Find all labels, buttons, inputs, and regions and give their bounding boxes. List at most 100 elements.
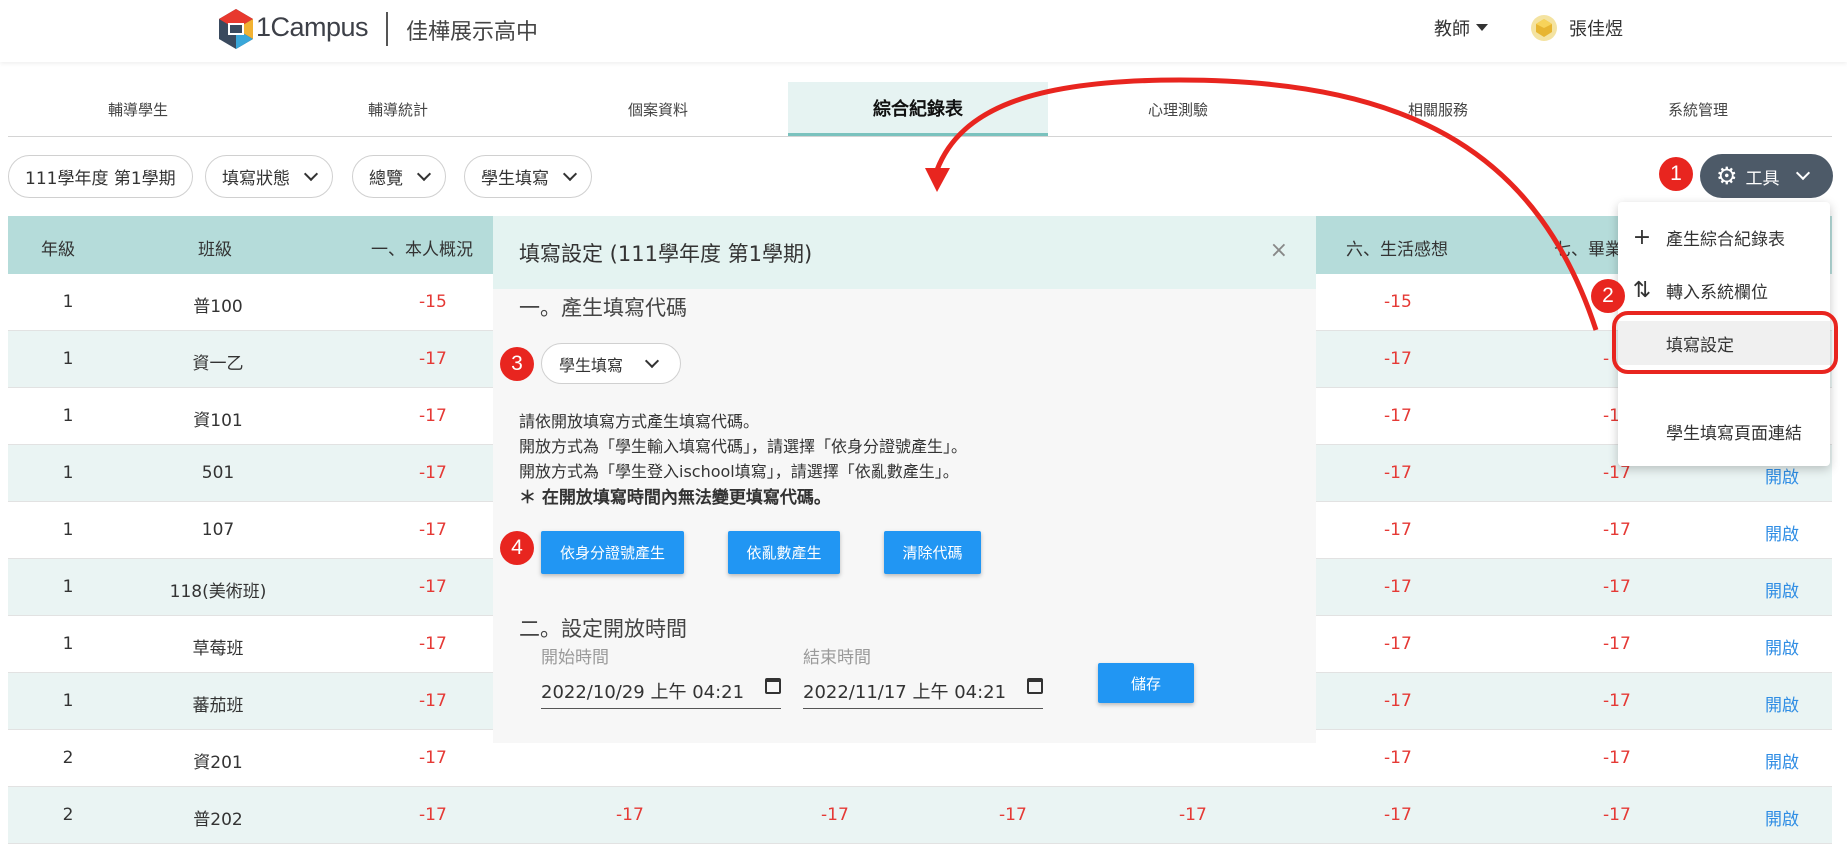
- chevron-down-icon: [644, 353, 660, 368]
- instruction-line-3: 開放方式為「學生登入ischool填寫」，請選擇「依亂數產生」。: [519, 462, 959, 481]
- cell-score: -15: [1384, 292, 1412, 312]
- cell-score: -17: [419, 520, 447, 540]
- clear-code-button[interactable]: 清除代碼: [884, 531, 981, 574]
- close-icon[interactable]: ×: [1270, 238, 1288, 263]
- cell-grade: 1: [62, 463, 74, 483]
- cell-grade: 1: [62, 292, 74, 312]
- user-name[interactable]: 張佳煜: [1569, 15, 1623, 41]
- generate-random-button[interactable]: 依亂數產生: [728, 531, 840, 574]
- header-grade: 年級: [41, 240, 75, 260]
- tools-button[interactable]: ⚙ 工具: [1700, 154, 1833, 198]
- tab-case-data[interactable]: 個案資料: [528, 82, 788, 136]
- open-link[interactable]: 開啟: [1765, 463, 1799, 488]
- menu-item-student-link[interactable]: 學生填寫頁面連結: [1618, 409, 1830, 453]
- menu-item-import-fields[interactable]: ⇅ 轉入系統欄位: [1618, 268, 1830, 312]
- swap-vertical-icon: ⇅: [1632, 277, 1652, 303]
- brand-divider: [386, 12, 388, 46]
- tab-counsel-stats[interactable]: 輔導統計: [268, 82, 528, 136]
- app-root: 1Campus 佳樺展示高中 教師 張佳煜 輔導學生 輔導統計 個案資料 綜合紀…: [0, 0, 1847, 867]
- cell-grade: 1: [62, 406, 74, 426]
- generate-by-id-button[interactable]: 依身分證號產生: [541, 531, 684, 574]
- end-time-value: 2022/11/17 上午 04:21: [803, 682, 1007, 703]
- role-dropdown[interactable]: 教師: [1434, 15, 1470, 41]
- cell-class: 501: [201, 463, 235, 483]
- section-generate-code: 一。產生填寫代碼: [519, 296, 687, 320]
- cell-score: -17: [1384, 463, 1412, 483]
- main-tabs: 輔導學生 輔導統計 個案資料 綜合紀錄表 心理測驗 相關服務 系統管理: [8, 82, 1832, 137]
- cell-class: 資101: [193, 411, 243, 431]
- tab-related-services[interactable]: 相關服務: [1308, 82, 1568, 136]
- cell-class: 草莓班: [192, 639, 244, 659]
- instruction-line-1: 請依開放填寫方式產生填寫代碼。: [519, 412, 760, 431]
- fill-mode-select[interactable]: 學生填寫: [541, 343, 681, 384]
- open-link[interactable]: 開啟: [1765, 520, 1799, 545]
- cell-score: -17: [1384, 805, 1412, 825]
- open-link[interactable]: 開啟: [1765, 577, 1799, 602]
- instruction-warning: ＊ 在開放填寫時間內無法變更填寫代碼。: [519, 488, 831, 508]
- avatar[interactable]: [1530, 14, 1558, 42]
- save-button[interactable]: 儲存: [1098, 663, 1194, 703]
- chevron-down-icon: [416, 166, 432, 181]
- view-filter[interactable]: 總覽: [352, 155, 446, 198]
- cell-class: 107: [201, 520, 235, 540]
- cell-score: -17: [419, 691, 447, 711]
- plus-icon: +: [1632, 224, 1652, 250]
- menu-item-generate-record[interactable]: + 產生綜合紀錄表: [1618, 215, 1830, 259]
- term-select[interactable]: 111學年度 第1學期: [8, 155, 193, 198]
- header-class: 班級: [198, 240, 232, 260]
- cell-score: -17: [1603, 691, 1631, 711]
- cell-class: 資201: [193, 753, 243, 773]
- cell-grade: 1: [62, 634, 74, 654]
- cell-class: 普100: [193, 297, 243, 317]
- cell-score: -17: [1603, 805, 1631, 825]
- top-header: 1Campus 佳樺展示高中 教師 張佳煜: [0, 0, 1847, 62]
- cell-score: -17: [419, 748, 447, 768]
- cell-score: -17: [419, 349, 447, 369]
- calendar-icon[interactable]: [765, 678, 781, 694]
- cell-grade: 1: [62, 691, 74, 711]
- open-link[interactable]: 開啟: [1765, 634, 1799, 659]
- calendar-icon[interactable]: [1027, 678, 1043, 694]
- school-name: 佳樺展示高中: [406, 20, 539, 45]
- cell-score: -17: [1384, 634, 1412, 654]
- filler-filter[interactable]: 學生填寫: [464, 155, 592, 198]
- cell-class: 118(美術班): [169, 582, 267, 602]
- status-filter[interactable]: 填寫狀態: [205, 155, 333, 198]
- open-link[interactable]: 開啟: [1765, 691, 1799, 716]
- chevron-down-icon: [1795, 165, 1810, 181]
- menu-item-label: 產生綜合紀錄表: [1666, 229, 1785, 250]
- gear-icon: ⚙: [1716, 162, 1738, 190]
- cell-score: -17: [1384, 748, 1412, 768]
- menu-item-label: 學生填寫頁面連結: [1666, 423, 1802, 444]
- tab-counsel-students[interactable]: 輔導學生: [8, 82, 268, 136]
- cell-score: -17: [616, 805, 644, 825]
- header-col6: 六、生活感想: [1346, 240, 1448, 260]
- cell-class: 普202: [193, 810, 243, 830]
- end-time-field[interactable]: 2022/11/17 上午 04:21: [803, 673, 1043, 709]
- cell-grade: 2: [62, 805, 74, 825]
- chevron-down-icon: [303, 166, 319, 181]
- view-label: 總覽: [369, 169, 403, 189]
- start-time-field[interactable]: 2022/10/29 上午 04:21: [541, 673, 781, 709]
- status-label: 填寫狀態: [222, 169, 290, 189]
- section-open-time: 二。設定開放時間: [519, 617, 687, 641]
- cell-score: -17: [1603, 577, 1631, 597]
- caret-down-icon[interactable]: [1476, 24, 1488, 31]
- open-link[interactable]: 開啟: [1765, 805, 1799, 830]
- fill-mode-label: 學生填寫: [559, 355, 624, 375]
- cell-score: -17: [1384, 349, 1412, 369]
- term-label: 111學年度 第1學期: [25, 169, 176, 189]
- open-link[interactable]: 開啟: [1765, 748, 1799, 773]
- tab-psych-test[interactable]: 心理測驗: [1048, 82, 1308, 136]
- cell-grade: 1: [62, 520, 74, 540]
- brand-name: 1Campus: [256, 12, 369, 42]
- instruction-line-2: 開放方式為「學生輸入填寫代碼」，請選擇「依身分證號產生」。: [519, 437, 968, 456]
- step-badge-3: 3: [500, 347, 534, 381]
- 1campus-logo-icon: [219, 9, 253, 49]
- cell-score: -17: [1384, 691, 1412, 711]
- tab-summary-record[interactable]: 綜合紀錄表: [788, 82, 1048, 136]
- cell-score: -17: [1603, 748, 1631, 768]
- tab-system-admin[interactable]: 系統管理: [1568, 82, 1828, 136]
- header-col7: 七、畢業: [1554, 240, 1622, 260]
- end-time-label: 結束時間: [803, 648, 871, 668]
